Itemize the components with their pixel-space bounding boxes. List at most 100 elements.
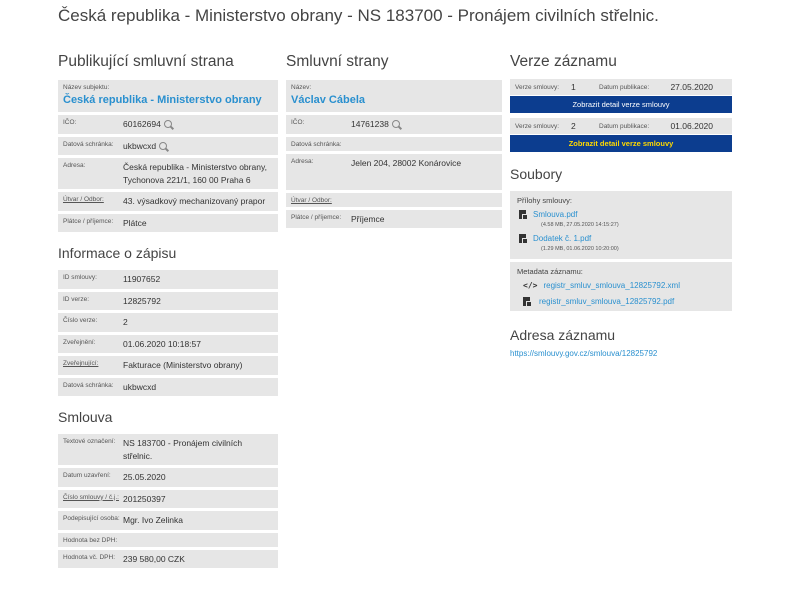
version-date: 27.05.2020 [670,82,713,92]
version-detail-button[interactable]: Zobrazit detail verze smlouvy [510,96,732,113]
record-ds-value: ukbwcxd [123,381,157,392]
publisher-dept-label: Útvar / Odbor: [63,196,104,203]
party-address-label: Adresa: [291,157,314,165]
publisher-ds-value: ukbwcxd [123,140,157,151]
attachment-meta: (1.29 MB, 01.06.2020 10:20:00) [541,246,619,252]
attachments-box: Přílohy smlouvy: Smlouva.pdf (4.58 MB, 2… [510,191,732,259]
contract-signer-label: Podepisující osoba: [63,515,120,522]
record-publisher-label: Zveřejnující: [63,360,99,367]
record-id-label: ID smlouvy: [63,274,97,281]
party-role-value: Příjemce [351,213,385,224]
publisher-role-row: Plátce / příjemce: Plátce [58,213,278,232]
search-icon[interactable] [391,120,400,128]
publisher-name-block: Název subjektu: Česká republika - Minist… [58,80,278,112]
party-address-row: Adresa: Jelen 204, 28002 Konárovice [286,153,502,190]
publisher-ico-label: IČO: [63,119,77,126]
publisher-column: Publikující smluvní strana Název subjekt… [58,53,278,571]
metadata-name[interactable]: registr_smluv_smlouva_12825792.xml [543,281,680,290]
record-publisher-value: Fakturace (Ministerstvo obrany) [123,360,243,370]
contract-signer-row: Podepisující osoba: Mgr. Ivo Zelinka [58,511,278,530]
party-ds-row: Datová schránka: [286,136,502,151]
record-published-label: Zveřejnění: [63,338,96,346]
party-heading: Smluvní strany [286,53,389,70]
party-ico-row: IČO: 14761238 [286,115,502,134]
version-label: Verze smlouvy: [515,83,560,91]
party-ico-value: 14761238 [351,119,389,129]
record-published-value: 01.06.2020 10:18:57 [123,338,201,349]
publisher-name-link[interactable]: Česká republika - Ministerstvo obrany [63,93,273,108]
search-icon[interactable] [163,120,172,128]
record-url-link[interactable]: https://smlouvy.gov.cz/smlouva/12825792 [510,349,732,358]
publisher-ico-row: IČO: 60162694 [58,115,278,134]
party-ico-label: IČO: [291,119,305,126]
code-icon: </> [523,281,538,290]
version-row: Verze smlouvy: 1 Datum publikace: 27.05.… [510,79,732,95]
attachments-label: Přílohy smlouvy: [517,196,573,205]
party-name-link[interactable]: Václav Cábela [291,93,497,108]
contract-value-dph-row: Hodnota vč. DPH: 239 580,00 CZK [58,549,278,568]
publisher-name-label: Název subjektu: [63,84,110,91]
metadata-name[interactable]: registr_smluv_smlouva_12825792.pdf [539,297,674,306]
metadata-box: Metadata záznamu: </> registr_smluv_smlou… [510,262,732,311]
contract-heading: Smlouva [58,409,113,425]
publisher-role-value: Plátce [123,217,147,228]
publisher-dept-value: 43. výsadkový mechanizovaný prapor [123,196,266,206]
version-date-label: Datum publikace: [599,83,650,91]
party-role-label: Plátce / příjemce: [291,213,342,221]
versions-heading: Verze záznamu [510,53,617,70]
search-icon[interactable] [159,141,168,150]
address-heading: Adresa záznamu [510,327,616,343]
version-detail-button-current[interactable]: Zobrazit detail verze smlouvy [510,135,732,152]
contract-value-dph-label: Hodnota vč. DPH: [63,553,116,561]
attachment-link[interactable]: Dodatek č. 1.pdf [517,234,725,244]
record-verid-label: ID verze: [63,295,90,303]
version-row: Verze smlouvy: 2 Datum publikace: 01.06.… [510,118,732,134]
publisher-address-value: Česká republika - Ministerstvo obrany, T… [123,162,267,185]
metadata-label: Metadata záznamu: [517,267,583,276]
party-name-label: Název: [291,84,312,91]
record-verno-label: Číslo verze: [63,317,98,324]
record-heading: Informace o zápisu [58,245,177,261]
publisher-address-row: Adresa: Česká republika - Ministerstvo o… [58,158,278,189]
files-heading: Soubory [510,166,563,182]
record-verno-row: Číslo verze: 2 [58,313,278,332]
contract-signer-value: Mgr. Ivo Zelinka [123,515,183,525]
record-ds-row: Datová schránka: ukbwcxd [58,377,278,396]
publisher-ico-value: 60162694 [123,119,161,129]
contract-number-label: Číslo smlouvy / č.j.: [63,493,119,501]
attachment-name[interactable]: Dodatek č. 1.pdf [533,234,591,243]
record-verid-row: ID verze: 12825792 [58,291,278,310]
contract-value-nodph-row: Hodnota bez DPH: [58,532,278,547]
contract-value-dph-value: 239 580,00 CZK [123,553,185,564]
pdf-file-icon [519,234,528,244]
attachment-meta: (4.58 MB, 27.05.2020 14:15:27) [541,222,619,228]
contract-subject-value: NS 183700 - Pronájem civilních střelnic. [123,438,243,461]
publisher-address-label: Adresa: [63,162,86,169]
metadata-link[interactable]: registr_smluv_smlouva_12825792.pdf [517,297,725,307]
record-id-row: ID smlouvy: 11907652 [58,270,278,289]
contract-subject-label: Textové označení: [63,438,116,445]
party-dept-label: Útvar / Odbor: [291,196,332,204]
page-title: Česká republika - Ministerstvo obrany - … [58,6,659,25]
metadata-link[interactable]: </> registr_smluv_smlouva_12825792.xml [517,281,725,290]
publisher-ds-label: Datová schránka: [63,140,114,148]
publisher-ds-row: Datová schránka: ukbwcxd [58,136,278,155]
record-verno-value: 2 [123,317,128,327]
contract-date-label: Datum uzavření: [63,472,111,479]
publisher-role-label: Plátce / příjemce: [63,217,114,225]
party-role-row: Plátce / příjemce: Příjemce [286,209,502,228]
contract-value-nodph-label: Hodnota bez DPH: [63,536,118,544]
attachment-link[interactable]: Smlouva.pdf [517,210,725,220]
contract-number-value: 201250397 [123,493,166,504]
version-number: 1 [571,82,576,92]
party-name-block: Název: Václav Cábela [286,80,502,112]
versions-column: Verze záznamu Verze smlouvy: 1 Datum pub… [510,53,732,358]
contract-number-row: Číslo smlouvy / č.j.: 201250397 [58,489,278,508]
attachment-name[interactable]: Smlouva.pdf [533,210,577,219]
contract-subject-row: Textové označení: NS 183700 - Pronájem c… [58,434,278,465]
version-label: Verze smlouvy: [515,122,560,130]
version-date-label: Datum publikace: [599,122,650,130]
party-column: Smluvní strany Název: Václav Cábela IČO:… [286,53,502,231]
publisher-dept-row: Útvar / Odbor: 43. výsadkový mechanizova… [58,192,278,211]
contract-date-row: Datum uzavření: 25.05.2020 [58,468,278,487]
